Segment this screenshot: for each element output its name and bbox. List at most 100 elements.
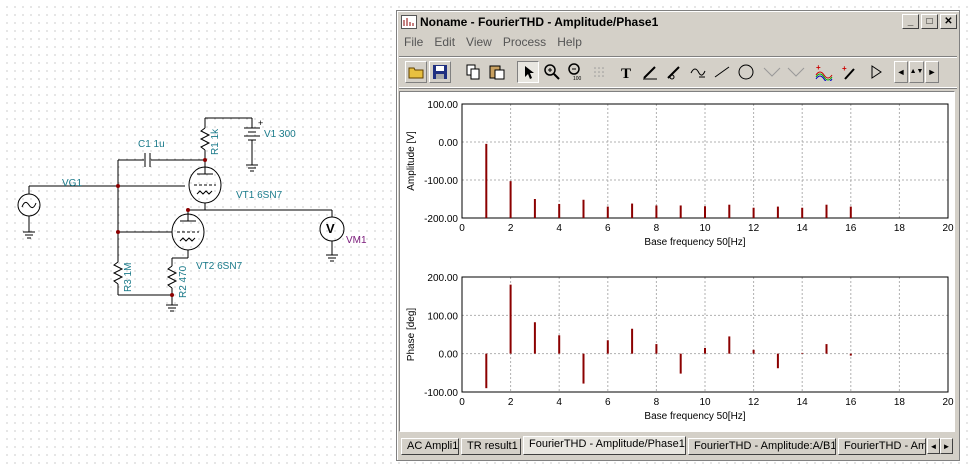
paste-button[interactable] — [486, 61, 508, 83]
r3-label: R3 1M — [123, 262, 134, 292]
y-tick-label: 0.00 — [439, 138, 459, 149]
x-tick-label: 20 — [942, 397, 954, 408]
pen-tool-2-button[interactable] — [663, 61, 685, 83]
text-icon: T — [621, 66, 631, 81]
tab-bar: AC Ampli1 TR result1 FourierTHD - Amplit… — [399, 435, 957, 457]
y-tick-label: -100.00 — [424, 388, 458, 399]
svg-text:+: + — [258, 118, 263, 128]
add-curve-button[interactable]: + — [813, 61, 835, 83]
voltmeter-v-glyph: V — [326, 221, 335, 236]
x-tick-label: 8 — [654, 223, 660, 234]
trace-line-2-button[interactable] — [785, 61, 807, 83]
trace-line-2-icon — [787, 67, 805, 77]
svg-text:+: + — [816, 63, 821, 72]
menu-process[interactable]: Process — [498, 35, 552, 49]
schematic-drawing: V + — [17, 117, 345, 312]
paste-icon — [489, 65, 505, 80]
play-icon — [871, 65, 882, 79]
equation-icon — [690, 68, 706, 78]
pen-tool-button[interactable] — [639, 61, 661, 83]
menu-edit[interactable]: Edit — [429, 35, 461, 49]
tab-tr-result1[interactable]: TR result1 — [461, 438, 521, 455]
x-tick-label: 18 — [894, 223, 906, 234]
copy-button[interactable] — [462, 61, 484, 83]
x-tick-label: 18 — [894, 397, 906, 408]
x-tick-label: 2 — [508, 223, 514, 234]
x-tick-label: 6 — [605, 397, 611, 408]
line-icon — [714, 66, 730, 78]
y-axis-title: Phase [deg] — [406, 308, 417, 362]
grid-icon — [594, 67, 604, 77]
toolbar-left-arrow[interactable]: ◄ — [894, 61, 908, 83]
x-tick-label: 14 — [797, 397, 809, 408]
vm1-label: VM1 — [346, 235, 367, 246]
save-icon — [433, 65, 447, 79]
y-tick-label: 0.00 — [439, 350, 459, 361]
tab-fourier-amplitude-ab1[interactable]: FourierTHD - Amplitude:A/B1 — [688, 438, 836, 455]
tab-scroll-left[interactable]: ◄ — [927, 438, 940, 454]
add-marker-button[interactable]: + — [839, 61, 861, 83]
grid-button[interactable] — [589, 61, 611, 83]
vg1-label: VG1 — [62, 178, 83, 189]
x-tick-label: 2 — [508, 397, 514, 408]
zoom-in-button[interactable] — [541, 61, 563, 83]
plot-area[interactable]: 0 2 4 6 8 10 12 14 16 18 20 100.00 0.00 -100.00 -200.0… — [399, 91, 955, 432]
y-tick-label: 200.00 — [427, 273, 458, 284]
pointer-tool-button[interactable] — [517, 61, 539, 83]
text-tool-button[interactable]: T — [615, 61, 637, 83]
c1-label: C1 1u — [138, 139, 165, 150]
chart-0: 0 2 4 6 8 10 12 14 16 18 20 100.00 0.00 -100.00 -200.0… — [406, 100, 954, 248]
open-folder-icon — [408, 67, 424, 79]
open-button[interactable] — [405, 61, 427, 83]
r1-label: R1 1k — [210, 128, 221, 155]
y-axis-title: Amplitude [V] — [406, 131, 417, 191]
fourier-charts: 0 2 4 6 8 10 12 14 16 18 20100.000.00-100.00-200.0… — [406, 100, 954, 422]
svg-text:+: + — [842, 64, 847, 73]
y-tick-label: -200.00 — [424, 214, 458, 225]
title-bar[interactable]: Noname - FourierTHD - Amplitude/Phase1 _… — [399, 13, 957, 31]
r2-label: R2 470 — [178, 265, 189, 298]
add-curve-icon: + — [815, 63, 833, 81]
svg-text:T: T — [621, 66, 631, 81]
line-tool-button[interactable] — [711, 61, 733, 83]
zoom-100-icon: 100 — [568, 63, 582, 81]
schematic-canvas[interactable]: V + C1 1u R1 1k V1 300 VG1 VT1 6SN7 VT2 … — [0, 0, 395, 469]
fourier-window: Noname - FourierTHD - Amplitude/Phase1 _… — [396, 10, 960, 461]
menu-bar: File Edit View Process Help — [399, 33, 588, 51]
tab-ac-ampli1[interactable]: AC Ampli1 — [401, 438, 459, 455]
menu-help[interactable]: Help — [552, 35, 588, 49]
x-tick-label: 0 — [459, 223, 465, 234]
zoom-100-button[interactable]: 100 — [565, 61, 587, 83]
toolbar-updown-arrow[interactable]: ▲▼ — [909, 61, 924, 83]
x-tick-label: 20 — [942, 223, 954, 234]
x-tick-label: 4 — [556, 397, 562, 408]
x-tick-label: 10 — [699, 223, 711, 234]
play-button[interactable] — [865, 61, 887, 83]
trace-line-icon — [763, 67, 781, 77]
save-button[interactable] — [429, 61, 451, 83]
tab-fourier-amplitude-phase1[interactable]: FourierTHD - Amplitude/Phase1 — [523, 436, 686, 455]
tab-fourier-am[interactable]: FourierTHD - Am — [838, 438, 926, 455]
chart-1: 0 2 4 6 8 10 12 14 16 18 20 200.00 100.00 0.00 -100.00… — [406, 273, 954, 422]
toolbar: 100 T + + ◄ ▲▼ ► — [399, 56, 957, 88]
vt2-label: VT2 6SN7 — [196, 261, 243, 272]
x-tick-label: 10 — [699, 397, 711, 408]
equation-button[interactable] — [687, 61, 709, 83]
tab-scroll-right[interactable]: ► — [940, 438, 953, 454]
x-axis-title: Base frequency 50[Hz] — [644, 411, 745, 422]
x-tick-label: 6 — [605, 223, 611, 234]
close-button[interactable]: ✕ — [940, 14, 957, 29]
trace-line-button[interactable] — [761, 61, 783, 83]
circle-tool-button[interactable] — [735, 61, 757, 83]
x-tick-label: 4 — [556, 223, 562, 234]
x-tick-label: 16 — [845, 223, 857, 234]
zoom-in-icon — [544, 64, 560, 80]
menu-view[interactable]: View — [461, 35, 498, 49]
pointer-icon — [525, 66, 534, 79]
y-tick-label: 100.00 — [427, 311, 458, 322]
maximize-button[interactable]: □ — [921, 14, 938, 29]
menu-file[interactable]: File — [399, 35, 429, 49]
toolbar-right-arrow[interactable]: ► — [925, 61, 939, 83]
minimize-button[interactable]: _ — [902, 14, 919, 29]
pen-tool-icon — [643, 66, 657, 80]
